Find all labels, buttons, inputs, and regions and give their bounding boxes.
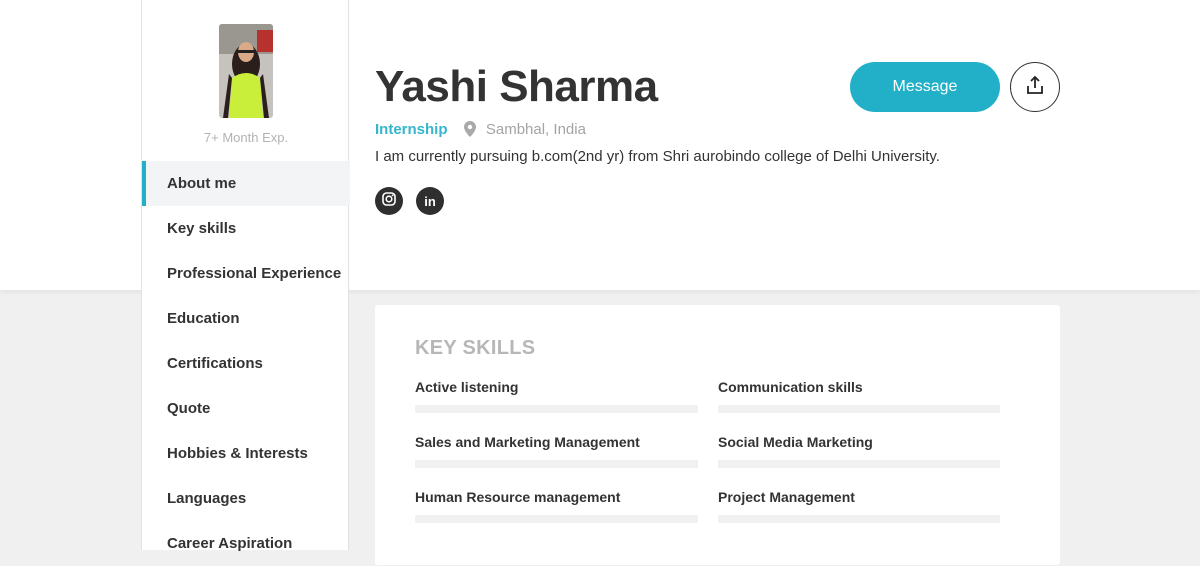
share-button[interactable] bbox=[1010, 62, 1060, 112]
nav-item-key-skills[interactable]: Key skills bbox=[142, 206, 350, 251]
profile-meta: Internship Sambhal, India bbox=[375, 121, 586, 141]
linkedin-link[interactable]: in bbox=[416, 187, 444, 215]
skill-name: Sales and Marketing Management bbox=[415, 434, 640, 450]
skill-bar bbox=[718, 515, 1000, 523]
skill-item: Human Resource management bbox=[415, 489, 698, 523]
key-skills-card: KEY SKILLS Active listening Communicatio… bbox=[375, 305, 1060, 565]
skill-name: Social Media Marketing bbox=[718, 434, 873, 450]
nav-item-professional-experience[interactable]: Professional Experience bbox=[142, 251, 350, 296]
skill-name: Project Management bbox=[718, 489, 855, 505]
skill-name: Active listening bbox=[415, 379, 519, 395]
skill-item: Project Management bbox=[718, 489, 1000, 523]
sidebar: 7+ Month Exp. About me Key skills Profes… bbox=[141, 0, 350, 552]
profile-bio: I am currently pursuing b.com(2nd yr) fr… bbox=[375, 148, 940, 165]
profile-nav: About me Key skills Professional Experie… bbox=[142, 161, 350, 566]
skill-name: Human Resource management bbox=[415, 489, 621, 505]
skill-bar bbox=[415, 405, 698, 413]
profile-name: Yashi Sharma bbox=[375, 62, 658, 111]
location-pin-icon bbox=[463, 121, 476, 141]
skill-item: Social Media Marketing bbox=[718, 434, 1000, 468]
nav-item-education[interactable]: Education bbox=[142, 296, 350, 341]
profile-location: Sambhal, India bbox=[485, 121, 586, 138]
key-skills-title: KEY SKILLS bbox=[415, 337, 536, 359]
opportunity-type: Internship bbox=[375, 121, 448, 138]
message-button[interactable]: Message bbox=[850, 62, 1000, 112]
instagram-link[interactable] bbox=[375, 187, 403, 215]
experience-label: 7+ Month Exp. bbox=[203, 130, 289, 145]
nav-item-languages[interactable]: Languages bbox=[142, 476, 350, 521]
nav-item-about-me[interactable]: About me bbox=[142, 161, 350, 206]
skill-bar bbox=[415, 515, 698, 523]
nav-item-career-aspiration[interactable]: Career Aspiration bbox=[142, 521, 350, 566]
skill-bar bbox=[415, 460, 698, 468]
share-icon bbox=[1025, 75, 1045, 100]
skill-bar bbox=[718, 460, 1000, 468]
nav-item-certifications[interactable]: Certifications bbox=[142, 341, 350, 386]
skill-name: Communication skills bbox=[718, 379, 863, 395]
instagram-icon bbox=[382, 191, 396, 211]
linkedin-icon: in bbox=[424, 193, 436, 209]
avatar bbox=[219, 24, 273, 118]
nav-item-quote[interactable]: Quote bbox=[142, 386, 350, 431]
skill-bar bbox=[718, 405, 1000, 413]
skill-item: Active listening bbox=[415, 379, 698, 413]
nav-item-hobbies-interests[interactable]: Hobbies & Interests bbox=[142, 431, 350, 476]
skill-item: Communication skills bbox=[718, 379, 1000, 413]
social-links: in bbox=[375, 187, 444, 215]
skill-item: Sales and Marketing Management bbox=[415, 434, 698, 468]
